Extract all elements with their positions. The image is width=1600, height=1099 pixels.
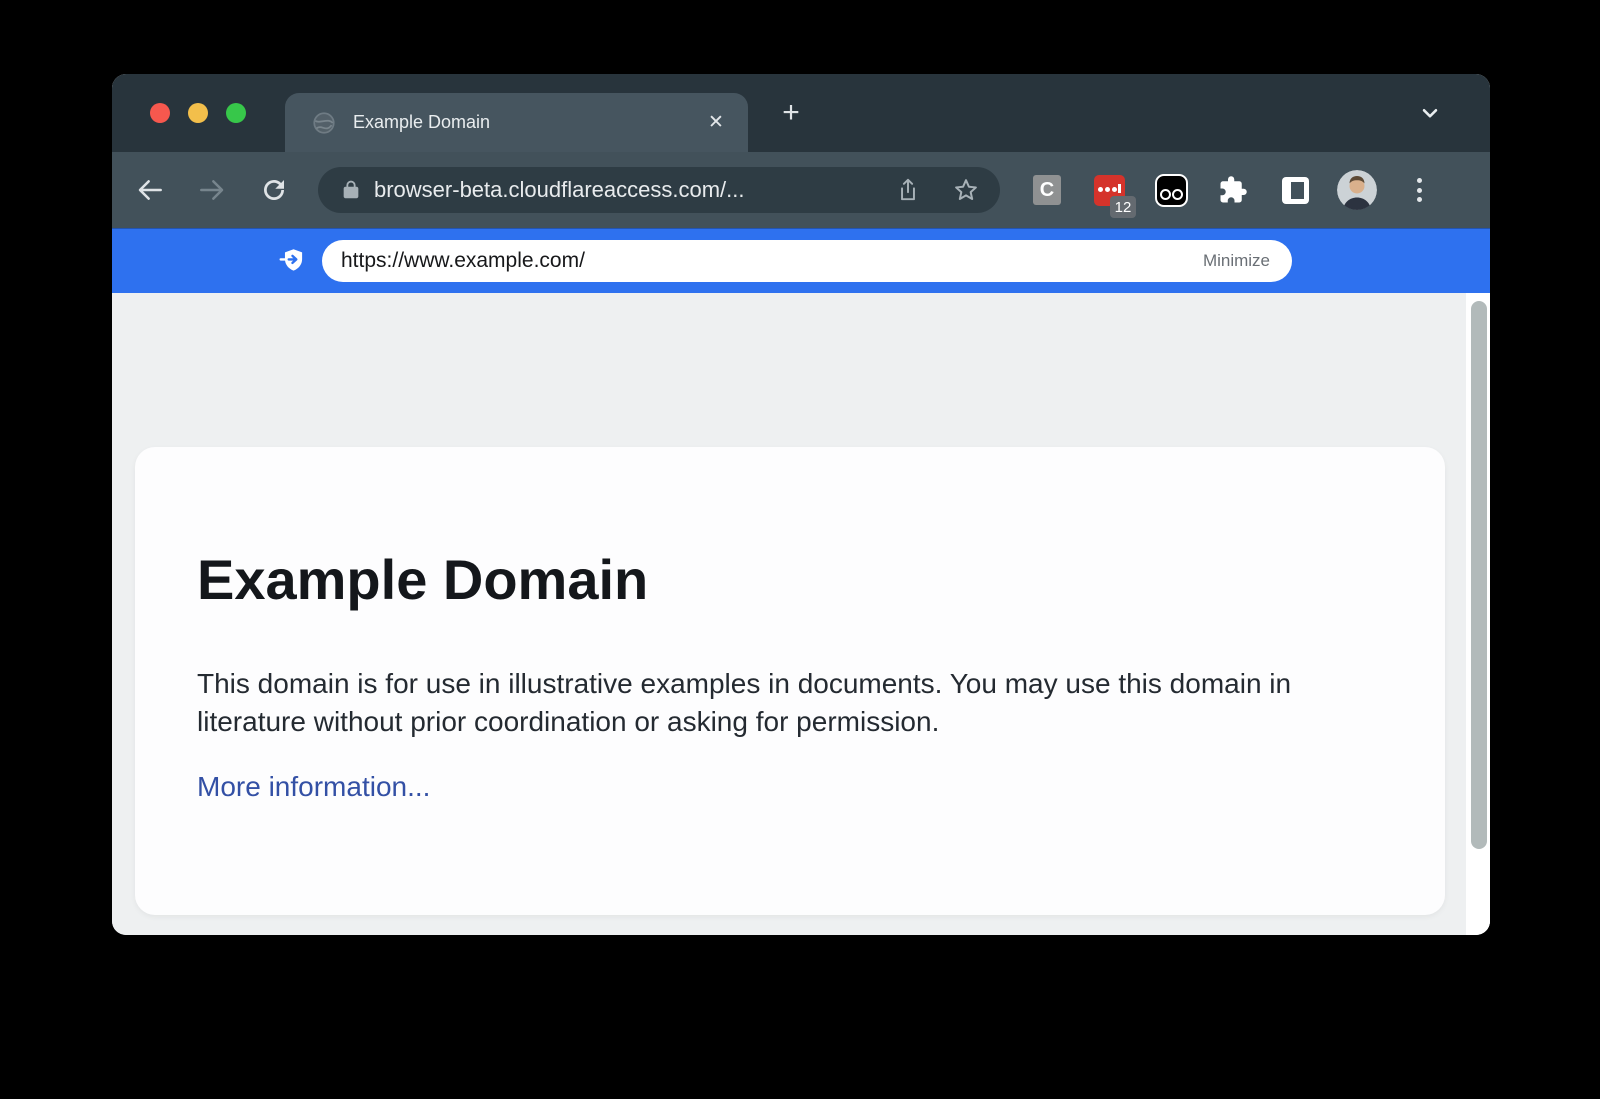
back-button[interactable] [130,170,170,210]
window-controls [150,103,246,123]
address-url: browser-beta.cloudflareaccess.com/... [374,177,745,203]
zoom-window-button[interactable] [226,103,246,123]
share-icon[interactable] [888,170,928,210]
browser-menu-button[interactable] [1398,169,1440,211]
extensions-row: C 12 [1026,169,1440,211]
two-circles-icon [1155,174,1188,207]
browser-tab[interactable]: Example Domain ✕ [285,93,748,152]
tab-title: Example Domain [353,112,490,133]
remote-url-input[interactable] [322,240,1292,282]
address-bar[interactable]: browser-beta.cloudflareaccess.com/... [318,167,1000,213]
browser-window: Example Domain ✕ + [112,74,1490,935]
content-card: Example Domain This domain is for use in… [135,447,1445,915]
c-extension-icon: C [1033,175,1061,205]
page-viewport: Example Domain This domain is for use in… [112,293,1490,935]
new-tab-button[interactable]: + [774,96,808,130]
avatar [1337,170,1377,210]
minimize-window-button[interactable] [188,103,208,123]
page-paragraph: This domain is for use in illustrative e… [197,665,1367,741]
extensions-menu-button[interactable] [1212,169,1254,211]
tab-close-icon[interactable]: ✕ [702,109,730,137]
tab-strip: Example Domain ✕ + [112,74,1490,152]
side-panel-icon [1282,177,1309,204]
isolation-bar: Minimize [112,228,1490,293]
bookmark-star-icon[interactable] [946,170,986,210]
more-information-link[interactable]: More information... [197,771,430,803]
chevron-down-icon[interactable] [1417,100,1443,126]
globe-favicon-icon [311,110,337,136]
close-window-button[interactable] [150,103,170,123]
side-panel-button[interactable] [1274,169,1316,211]
lock-icon [340,179,362,201]
minimize-button[interactable]: Minimize [1203,251,1270,271]
desktop-background: Example Domain ✕ + [0,0,1600,1099]
scrollbar-thumb[interactable] [1471,301,1487,849]
forward-button[interactable] [192,170,232,210]
profile-avatar-button[interactable] [1336,169,1378,211]
extension-lastpass-button[interactable]: 12 [1088,169,1130,211]
shield-arrow-icon [278,246,308,276]
reload-button[interactable] [254,170,294,210]
scrollbar-track[interactable] [1466,293,1490,935]
kebab-icon [1417,178,1422,202]
extension-circles-button[interactable] [1150,169,1192,211]
page-heading: Example Domain [197,547,648,612]
remote-url-pill: Minimize [322,240,1292,282]
extension-c-button[interactable]: C [1026,169,1068,211]
puzzle-icon [1218,175,1248,205]
browser-toolbar: browser-beta.cloudflareaccess.com/... C [112,152,1490,228]
extension-badge: 12 [1110,196,1136,218]
